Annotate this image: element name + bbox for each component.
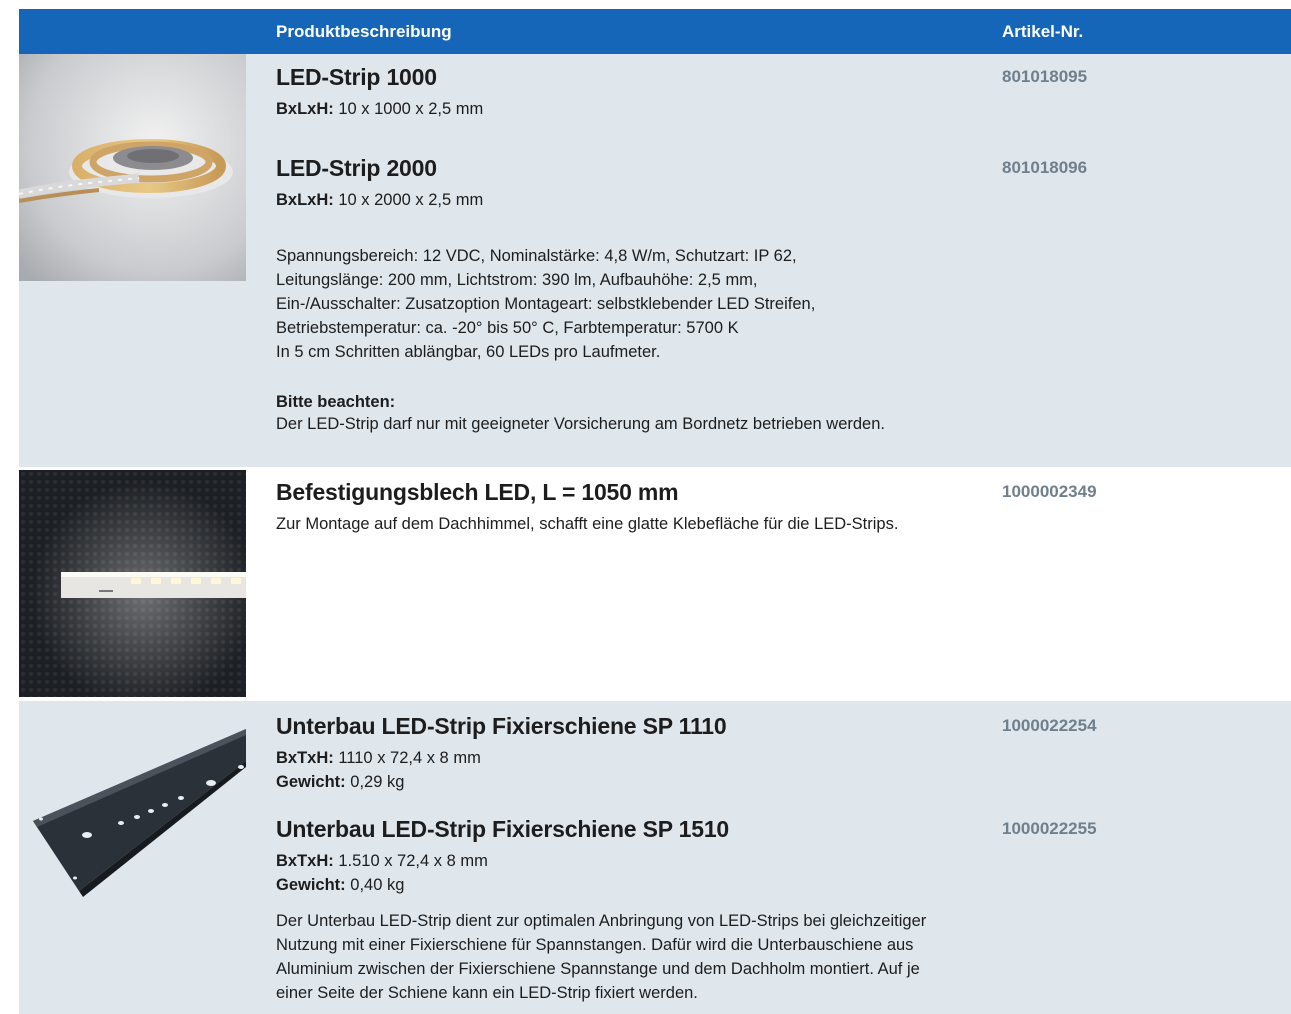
- dimensions-label: BxLxH:: [276, 100, 334, 118]
- product-description: Zur Montage auf dem Dachhimmel, schafft …: [276, 515, 899, 533]
- product-title: LED-Strip 1000: [276, 64, 437, 90]
- spec-line: Ein-/Ausschalter: Zusatzoption Montagear…: [276, 295, 816, 313]
- led-strip-reel-photo: [19, 54, 246, 281]
- description-line: Nutzung mit einer Fixierschiene für Span…: [276, 936, 914, 954]
- weight-value: 0,40 kg: [345, 876, 405, 894]
- dimensions-value: 1110 x 72,4 x 8 mm: [333, 749, 481, 767]
- product-title: Befestigungsblech LED, L = 1050 mm: [276, 479, 679, 505]
- product-title: Unterbau LED-Strip Fixierschiene SP 1510: [276, 816, 730, 842]
- dimensions-value: 10 x 2000 x 2,5 mm: [333, 191, 484, 209]
- product-row-bracket: Befestigungsblech LED, L = 1050 mm Zur M…: [19, 467, 1291, 701]
- rail-description: Der Unterbau LED-Strip dient zur optimal…: [276, 909, 926, 1005]
- dimensions-label: BxLxH:: [276, 191, 334, 209]
- spec-line: In 5 cm Schritten ablängbar, 60 LEDs pro…: [276, 343, 661, 361]
- product-title: LED-Strip 2000: [276, 155, 437, 181]
- weight-value: 0,29 kg: [345, 773, 405, 791]
- product-table: Produktbeschreibung Artikel-Nr. LED-Stri…: [19, 9, 1291, 1014]
- table-header: Produktbeschreibung Artikel-Nr.: [19, 9, 1291, 54]
- article-number: 1000022254: [1002, 716, 1097, 735]
- description-line: Aluminium zwischen der Fixierschiene Spa…: [276, 960, 920, 978]
- product-weight: Gewicht: 0,40 kg: [276, 876, 404, 895]
- description-line: einer Seite der Schiene kann ein LED-Str…: [276, 984, 698, 1002]
- weight-label: Gewicht:: [276, 773, 346, 791]
- article-number: 1000002349: [1002, 482, 1097, 501]
- description-line: Der Unterbau LED-Strip dient zur optimal…: [276, 912, 927, 930]
- mounting-plate-photo: [19, 470, 246, 697]
- product-dimensions: BxLxH: 10 x 2000 x 2,5 mm: [276, 191, 483, 210]
- spec-line: Spannungsbereich: 12 VDC, Nominalstärke:…: [276, 247, 797, 265]
- header-article-no: Artikel-Nr.: [1002, 22, 1084, 41]
- product-dimensions: BxLxH: 10 x 1000 x 2,5 mm: [276, 100, 483, 119]
- weight-label: Gewicht:: [276, 876, 346, 894]
- product-dimensions: BxTxH: 1.510 x 72,4 x 8 mm: [276, 852, 488, 871]
- product-title: Unterbau LED-Strip Fixierschiene SP 1110: [276, 713, 727, 739]
- mounting-rail-photo: [19, 701, 246, 928]
- article-number: 801018095: [1002, 67, 1088, 86]
- note-label: Bitte beachten:: [276, 393, 396, 411]
- article-number: 1000022255: [1002, 819, 1097, 838]
- dimensions-label: BxTxH:: [276, 749, 334, 767]
- product-dimensions: BxTxH: 1110 x 72,4 x 8 mm: [276, 749, 481, 768]
- spec-line: Betriebstemperatur: ca. -20° bis 50° C, …: [276, 319, 739, 337]
- dimensions-value: 1.510 x 72,4 x 8 mm: [333, 852, 488, 870]
- header-description: Produktbeschreibung: [276, 22, 452, 41]
- product-row-rail: Unterbau LED-Strip Fixierschiene SP 1110…: [19, 701, 1291, 1014]
- dimensions-label: BxTxH:: [276, 852, 334, 870]
- article-number: 801018096: [1002, 158, 1088, 177]
- product-row-led-strip: LED-Strip 1000 BxLxH: 10 x 1000 x 2,5 mm…: [19, 54, 1291, 467]
- specs-paragraph: Spannungsbereich: 12 VDC, Nominalstärke:…: [276, 244, 815, 364]
- spec-line: Leitungslänge: 200 mm, Lichtstrom: 390 l…: [276, 271, 758, 289]
- dimensions-value: 10 x 1000 x 2,5 mm: [333, 100, 484, 118]
- product-weight: Gewicht: 0,29 kg: [276, 773, 404, 792]
- note-text: Der LED-Strip darf nur mit geeigneter Vo…: [276, 415, 885, 433]
